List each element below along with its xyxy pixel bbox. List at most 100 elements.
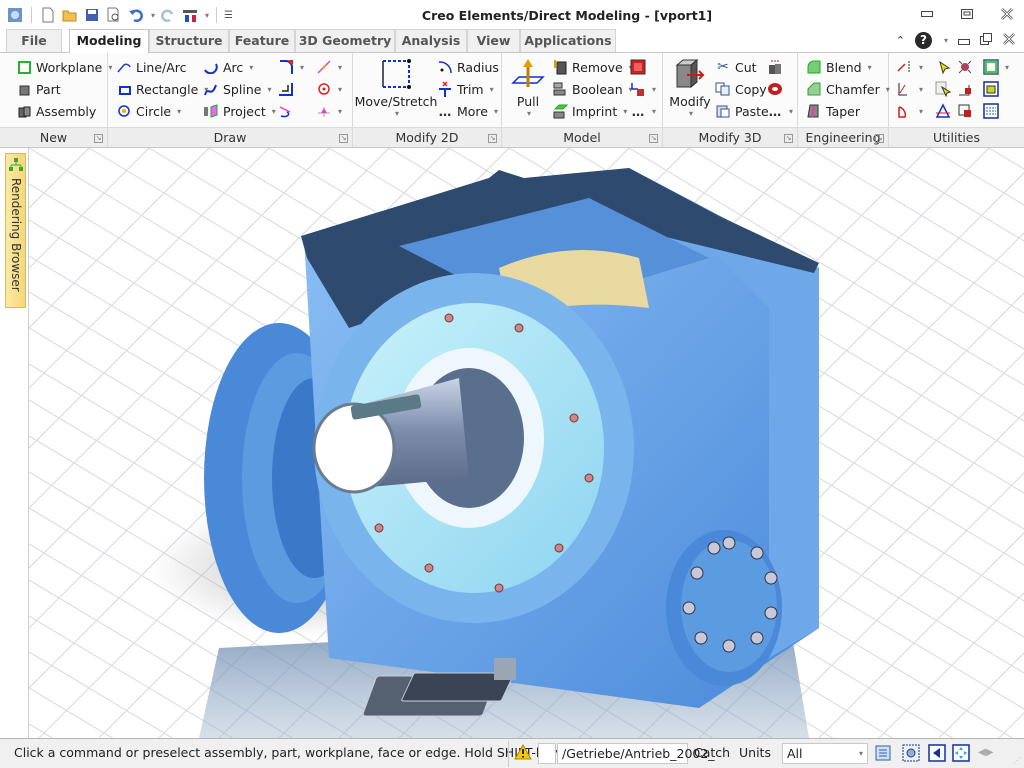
- restore-icon[interactable]: [958, 6, 976, 22]
- rotate-button[interactable]: [957, 101, 973, 121]
- window-title: Creo Elements/Direct Modeling - [vport1]: [0, 8, 1024, 23]
- rotate-icon: [957, 103, 973, 119]
- symmetry-button[interactable]: [935, 101, 951, 121]
- dialog-launcher-icon[interactable]: ↘: [649, 134, 658, 143]
- copy-button[interactable]: Copy: [715, 79, 767, 99]
- circle-icon: [116, 103, 132, 119]
- move-stretch-button[interactable]: Move/Stretch ▾: [355, 57, 437, 118]
- part-button[interactable]: Part: [16, 79, 61, 99]
- solid-button[interactable]: [630, 57, 646, 77]
- paste-button[interactable]: Paste: [715, 101, 769, 121]
- model-more-button[interactable]: … ▾: [630, 101, 656, 121]
- doc-restore-icon[interactable]: [980, 33, 992, 48]
- transform-icon: [957, 81, 973, 97]
- circle-button[interactable]: Circle ▾: [116, 101, 181, 121]
- tab-applications[interactable]: Applications: [520, 29, 616, 52]
- dialog-launcher-icon[interactable]: ↘: [339, 134, 348, 143]
- section-icon: [630, 81, 646, 97]
- explode-view-button[interactable]: [957, 57, 973, 77]
- chevron-down-icon: ▾: [177, 106, 182, 116]
- resize-grip-icon[interactable]: ⋰: [1013, 756, 1021, 765]
- viewport-3d[interactable]: [28, 148, 1024, 738]
- dialog-launcher-icon[interactable]: ↘: [488, 134, 497, 143]
- imprint-button[interactable]: Imprint ▾: [552, 101, 627, 121]
- help-dropdown-icon[interactable]: ▾: [944, 36, 948, 45]
- ribbon-tabs: File Modeling Structure Feature 3D Geome…: [0, 29, 1024, 53]
- ring-button[interactable]: [767, 79, 783, 99]
- tab-view[interactable]: View: [467, 29, 520, 52]
- tab-modeling[interactable]: Modeling: [69, 29, 149, 53]
- zoom-fit-icon[interactable]: [902, 744, 920, 765]
- collapse-ribbon-icon[interactable]: ⌃: [896, 34, 905, 47]
- remove-icon: [552, 59, 568, 75]
- selection-filter-select[interactable]: All ▾: [782, 743, 868, 764]
- help-icon[interactable]: ?: [914, 32, 932, 49]
- tab-file[interactable]: File: [6, 29, 62, 52]
- arc-button[interactable]: Arc ▾: [203, 57, 253, 77]
- warning-icon[interactable]: [514, 743, 532, 763]
- sketch-button[interactable]: [278, 101, 294, 121]
- cut-button[interactable]: ✂ Cut: [715, 57, 756, 77]
- construction-point-button[interactable]: ▾: [316, 101, 342, 121]
- close-icon[interactable]: [998, 6, 1016, 22]
- window-controls: [918, 6, 1016, 22]
- section-button[interactable]: ▾: [630, 79, 656, 99]
- units-button[interactable]: Units: [739, 745, 771, 760]
- minimize-icon[interactable]: [918, 6, 936, 22]
- assembly-icon: [16, 103, 32, 119]
- modify3d-more-button[interactable]: … ▾: [767, 101, 793, 121]
- bolt-hole: [374, 523, 384, 533]
- measure-distance-button[interactable]: ▾: [897, 57, 923, 77]
- measure-radius-button[interactable]: ▾: [897, 101, 923, 121]
- fillet-2d-button[interactable]: ▾: [278, 57, 304, 77]
- line-arc-button[interactable]: Line/Arc: [116, 57, 187, 77]
- dialog-launcher-icon[interactable]: ↘: [784, 134, 793, 143]
- construction-circle-button[interactable]: ▾: [316, 79, 342, 99]
- explode-button[interactable]: [767, 57, 783, 77]
- modify-icon: [673, 57, 707, 94]
- construction-line-button[interactable]: ▾: [316, 57, 342, 77]
- catch-button[interactable]: Catch: [694, 745, 730, 760]
- pull-button[interactable]: Pull ▾: [508, 57, 548, 118]
- radius-button[interactable]: Radius: [437, 57, 499, 77]
- select-filter-button[interactable]: [935, 79, 951, 99]
- rendering-browser-tab[interactable]: Rendering Browser: [5, 153, 26, 308]
- dialog-launcher-icon[interactable]: ↘: [94, 134, 103, 143]
- doc-close-icon[interactable]: [1002, 33, 1016, 48]
- workplane-button[interactable]: Workplane ▾: [16, 57, 112, 77]
- remove-button[interactable]: Remove▾: [552, 57, 633, 77]
- project-button[interactable]: Project ▾: [203, 101, 276, 121]
- tab-structure[interactable]: Structure: [149, 29, 229, 52]
- spline-button[interactable]: Spline ▾: [203, 79, 271, 99]
- modify-button[interactable]: Modify ▾: [668, 57, 712, 118]
- scroll-arrows-icon[interactable]: ◀▶: [978, 747, 993, 758]
- doc-minimize-icon[interactable]: [958, 34, 970, 48]
- current-path[interactable]: /Getriebe/Antrieb_2002_: [557, 743, 715, 764]
- offset-button[interactable]: [278, 79, 294, 99]
- pan-icon[interactable]: [952, 744, 970, 765]
- assembly-button[interactable]: Assembly: [16, 101, 96, 121]
- tab-analysis[interactable]: Analysis: [395, 29, 467, 52]
- message-box[interactable]: [538, 743, 556, 764]
- tab-3d-geometry[interactable]: 3D Geometry: [295, 29, 395, 52]
- box-button[interactable]: [983, 79, 999, 99]
- frame-button[interactable]: ▾: [983, 57, 1009, 77]
- blend-button[interactable]: Blend ▾: [806, 57, 872, 77]
- chamfer-icon: [806, 81, 822, 97]
- measure-angle-button[interactable]: ▾: [897, 79, 923, 99]
- rectangle-button[interactable]: Rectangle ▾: [116, 79, 208, 99]
- symmetry-icon: [935, 103, 951, 119]
- boolean-button[interactable]: Boolean ▾: [552, 79, 633, 99]
- blend-label: Blend: [826, 59, 862, 75]
- chamfer-button[interactable]: Chamfer ▾: [806, 79, 890, 99]
- more-button[interactable]: … More ▾: [437, 101, 498, 121]
- transform-button[interactable]: [957, 79, 973, 99]
- dialog-launcher-icon[interactable]: ↘: [875, 134, 884, 143]
- tab-feature[interactable]: Feature: [229, 29, 295, 52]
- taper-button[interactable]: Taper: [806, 101, 860, 121]
- select-button[interactable]: [935, 57, 951, 77]
- table-button[interactable]: [983, 101, 999, 121]
- previous-view-icon[interactable]: [928, 744, 946, 765]
- list-icon[interactable]: [875, 745, 891, 764]
- trim-button[interactable]: Trim ▾: [437, 79, 494, 99]
